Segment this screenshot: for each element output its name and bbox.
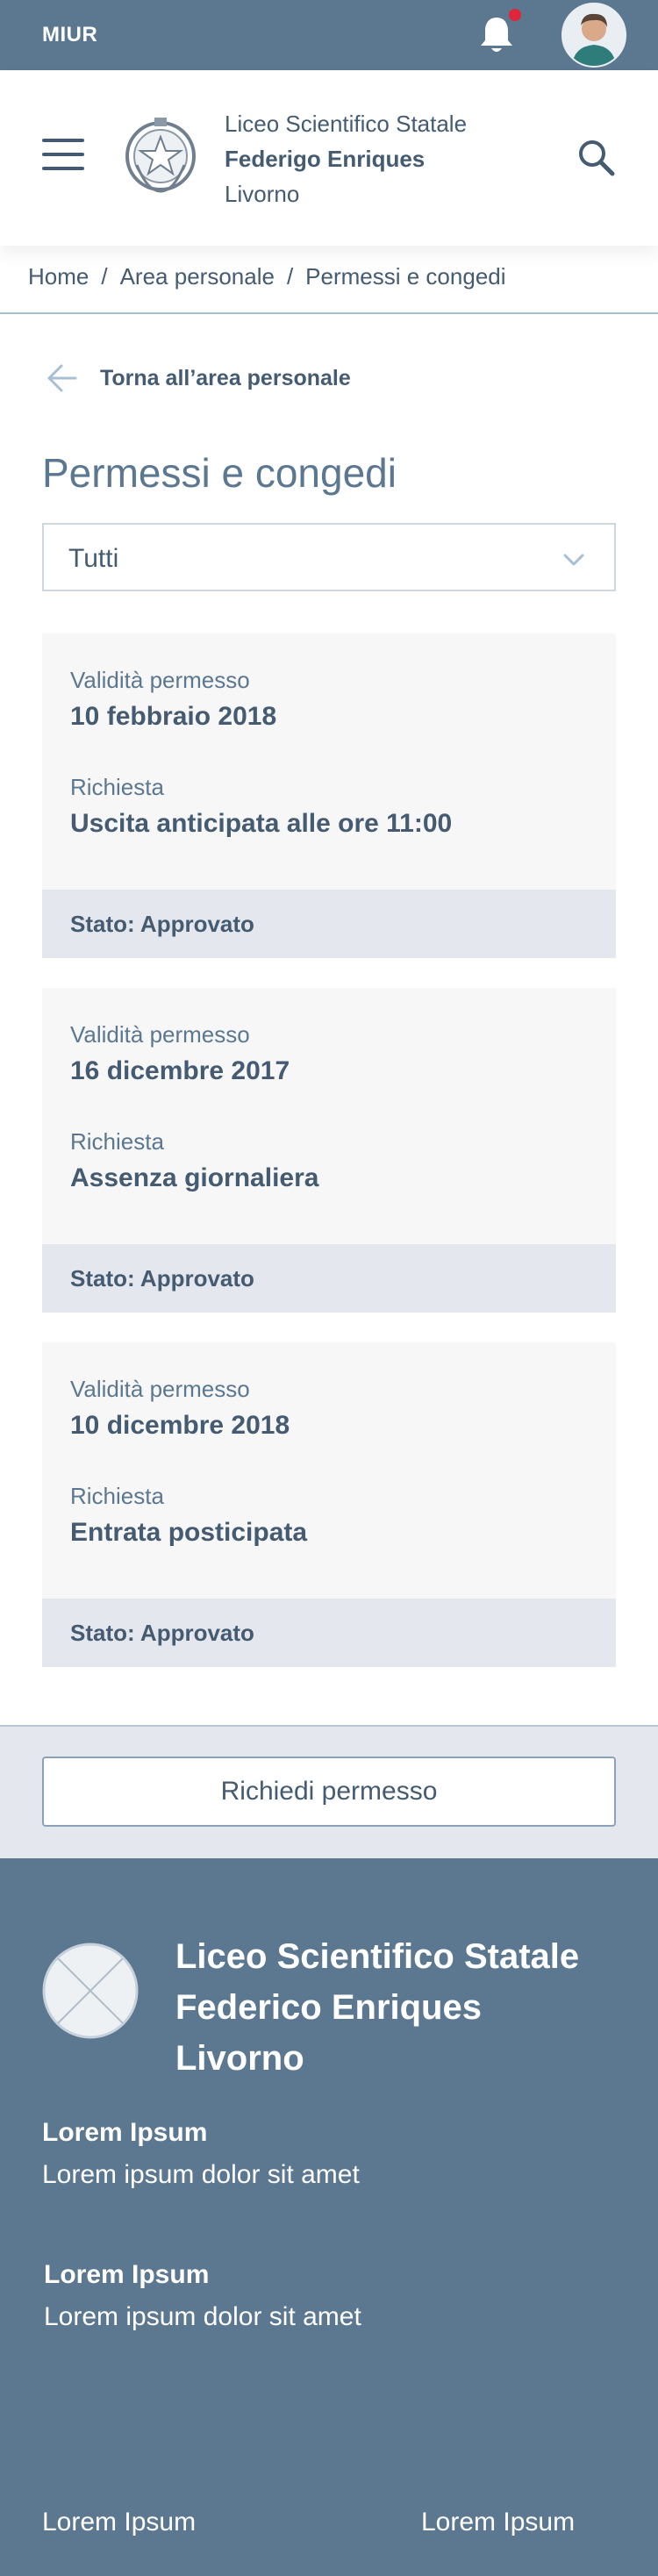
validity-label: Validità permesso <box>70 667 250 693</box>
filter-selected-value: Tutti <box>68 544 119 573</box>
request-label: Richiesta <box>70 774 164 800</box>
back-link-label: Torna all’area personale <box>100 365 351 390</box>
footer-link-right[interactable]: Lorem Ipsum <box>421 2508 575 2537</box>
footer-block-text: Lorem ipsum dolor sit amet <box>42 2160 360 2189</box>
breadcrumb-separator: / <box>286 263 294 290</box>
status-text: Stato: Approvato <box>70 1265 254 1292</box>
request-value: Uscita anticipata alle ore 11:00 <box>70 809 453 838</box>
filter-select[interactable]: Tutti <box>42 523 616 591</box>
top-bar: MIUR <box>0 0 658 70</box>
school-name-line3: Livorno <box>225 181 300 207</box>
request-value: Entrata posticipata <box>70 1518 308 1547</box>
status-text: Stato: Approvato <box>70 1620 254 1646</box>
arrow-left-icon <box>47 364 77 392</box>
site-header: Liceo Scientifico Statale Federigo Enriq… <box>0 70 658 246</box>
site-footer: Liceo Scientifico Statale Federico Enriq… <box>0 1858 658 2576</box>
breadcrumb-divider <box>0 312 658 314</box>
school-logo-placeholder <box>42 1943 139 2039</box>
permit-card: Validità permesso 16 dicembre 2017 Richi… <box>42 988 616 1313</box>
status-badge: Stato: Approvato <box>42 1244 616 1313</box>
validity-value: 10 dicembre 2018 <box>70 1411 290 1440</box>
status-badge: Stato: Approvato <box>42 890 616 958</box>
request-value: Assenza giornaliera <box>70 1163 319 1192</box>
avatar[interactable] <box>561 3 626 68</box>
footer-block-title: Lorem Ipsum <box>44 2260 210 2289</box>
request-label: Richiesta <box>70 1483 164 1509</box>
validity-label: Validità permesso <box>70 1376 250 1402</box>
back-to-area-link[interactable]: Torna all’area personale <box>46 358 351 398</box>
footer-school-line2: Federico Enriques <box>175 1988 482 2027</box>
breadcrumb-current: Permessi e congedi <box>305 263 506 290</box>
school-name-line1: Liceo Scientifico Statale <box>225 111 468 137</box>
republic-emblem-logo <box>125 118 196 193</box>
permit-card: Validità permesso 10 febbraio 2018 Richi… <box>42 633 616 958</box>
brand-label[interactable]: MIUR <box>42 23 97 47</box>
validity-label: Validità permesso <box>70 1021 250 1048</box>
footer-school-line3: Livorno <box>175 2039 304 2078</box>
breadcrumb-separator: / <box>101 263 108 290</box>
validity-value: 10 febbraio 2018 <box>70 702 277 731</box>
breadcrumb-home[interactable]: Home <box>28 263 89 290</box>
request-label: Richiesta <box>70 1128 164 1155</box>
footer-block-title: Lorem Ipsum <box>42 2118 208 2147</box>
search-icon[interactable] <box>576 137 616 177</box>
validity-value: 16 dicembre 2017 <box>70 1056 290 1085</box>
status-text: Stato: Approvato <box>70 911 254 937</box>
footer-link-left[interactable]: Lorem Ipsum <box>42 2508 196 2537</box>
notification-badge <box>507 7 523 23</box>
footer-block-text: Lorem ipsum dolor sit amet <box>44 2302 361 2331</box>
permit-card: Validità permesso 10 dicembre 2018 Richi… <box>42 1342 616 1667</box>
page-title: Permessi e congedi <box>42 450 397 496</box>
action-band: Richiedi permesso <box>0 1725 658 1858</box>
breadcrumb-area-personale[interactable]: Area personale <box>120 263 275 290</box>
request-permit-button[interactable]: Richiedi permesso <box>42 1757 616 1827</box>
chevron-down-icon <box>563 554 584 566</box>
school-name-line2: Federigo Enriques <box>225 146 426 172</box>
breadcrumb: Home / Area personale / Permessi e congedi <box>28 263 506 290</box>
status-badge: Stato: Approvato <box>42 1599 616 1667</box>
footer-school-line1: Liceo Scientifico Statale <box>175 1937 580 1976</box>
hamburger-icon[interactable] <box>42 139 86 170</box>
